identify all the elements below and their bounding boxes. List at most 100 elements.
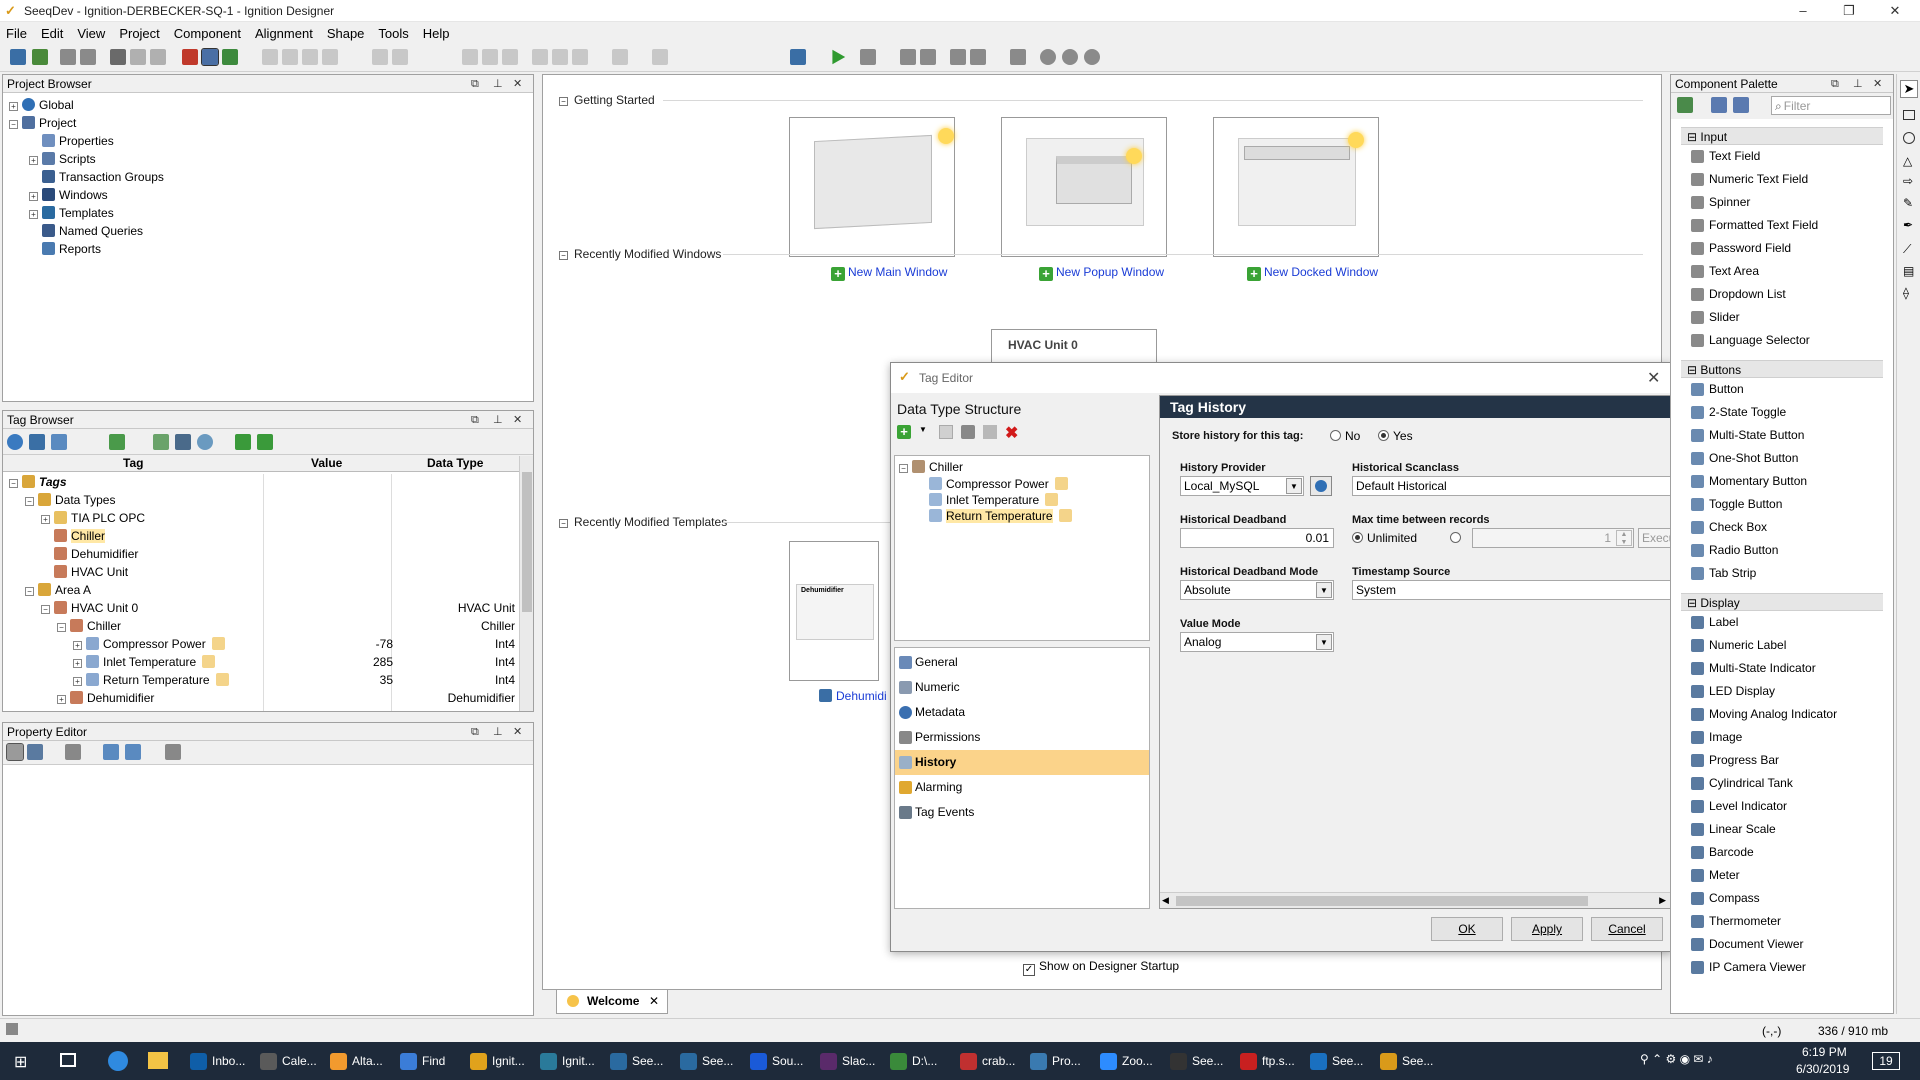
cancel-button[interactable]: Cancel <box>1591 917 1663 941</box>
store-history-no[interactable]: No <box>1330 429 1360 443</box>
rectangle-tool-icon[interactable] <box>1903 110 1915 120</box>
customize-icon[interactable] <box>125 744 141 760</box>
tag-row[interactable]: + Dehumidifier Dehumidifier <box>3 689 533 707</box>
new-docked-window-card[interactable] <box>1213 117 1379 257</box>
max-time-unit-select[interactable]: Execu <box>1638 528 1672 548</box>
palette-item[interactable]: IP Camera Viewer <box>1681 956 1883 979</box>
tag-row[interactable]: Chiller <box>3 527 533 545</box>
ungroup-icon[interactable] <box>282 49 298 65</box>
unlimited-radio[interactable]: Unlimited <box>1352 531 1417 545</box>
grid-icon[interactable] <box>950 49 966 65</box>
recent-windows-header[interactable]: − Recently Modified Windows <box>559 247 721 261</box>
tag-refresh-icon[interactable] <box>197 434 213 450</box>
align-left-icon[interactable] <box>462 49 478 65</box>
scanclass-field[interactable]: Default Historical <box>1352 476 1670 496</box>
palette-section-display[interactable]: ⊟ Display <box>1681 593 1883 611</box>
order-icon[interactable] <box>322 49 338 65</box>
tag-row[interactable]: + Return Temperature 35 Int4 <box>3 671 533 689</box>
palette-item[interactable]: Text Field <box>1681 145 1883 168</box>
panel-close-icon[interactable]: ✕ <box>513 723 522 741</box>
cut-icon[interactable] <box>110 49 126 65</box>
nav-history[interactable]: History <box>895 750 1149 775</box>
copy-icon[interactable] <box>130 49 146 65</box>
tag-add-icon[interactable] <box>109 434 125 450</box>
column-value[interactable]: Value <box>311 456 342 470</box>
new-popup-window-card[interactable] <box>1001 117 1167 257</box>
collapse-icon[interactable]: − <box>9 120 18 129</box>
panel-close-icon[interactable]: ✕ <box>513 411 522 429</box>
pencil-tool-icon[interactable]: ✎ <box>1903 196 1913 210</box>
palette-item[interactable]: Numeric Text Field <box>1681 168 1883 191</box>
zoom-fit-icon[interactable] <box>1084 49 1100 65</box>
scroll-right-icon[interactable]: ▶ <box>1659 895 1666 906</box>
palette-item[interactable]: Dropdown List <box>1681 283 1883 306</box>
paste-icon[interactable] <box>983 425 997 439</box>
polygon-tool-icon[interactable]: △ <box>1903 154 1912 168</box>
collapse-icon[interactable]: − <box>559 97 568 106</box>
ellipse-tool-icon[interactable] <box>1903 132 1915 144</box>
palette-item[interactable]: Meter <box>1681 864 1883 887</box>
column-data-type[interactable]: Data Type <box>427 456 483 470</box>
redo-icon[interactable] <box>80 49 96 65</box>
expand-icon[interactable]: + <box>29 192 38 201</box>
tree-node-templates[interactable]: + Templates <box>9 204 533 222</box>
new-main-window-link[interactable]: + New Main Window <box>831 265 947 281</box>
window-mode-icon[interactable] <box>790 49 806 65</box>
history-hscrollbar[interactable]: ◀ ▶ <box>1160 892 1670 908</box>
tag-provider-icon[interactable] <box>29 434 45 450</box>
collapse-icon[interactable]: − <box>899 464 908 473</box>
history-provider-select[interactable]: Local_MySQL ▼ <box>1180 476 1304 496</box>
distribute-icon[interactable] <box>612 49 628 65</box>
zoom-in-icon[interactable] <box>1040 49 1056 65</box>
structure-node-chiller[interactable]: − Chiller <box>899 458 1149 476</box>
taskbar-app[interactable]: Alta... <box>326 1042 396 1080</box>
palette-sort-icon[interactable] <box>1733 97 1749 113</box>
nav-metadata[interactable]: Metadata <box>895 700 1149 725</box>
show-startup-checkbox[interactable]: ✓ Show on Designer Startup <box>1023 959 1179 976</box>
minimize-button[interactable]: – <box>1780 0 1826 22</box>
edge-icon[interactable] <box>108 1051 128 1071</box>
save-icon[interactable] <box>10 49 26 65</box>
radio-on-icon[interactable] <box>1352 532 1363 543</box>
taskbar-app[interactable]: Sou... <box>746 1042 816 1080</box>
spinner-arrows-icon[interactable]: ▲ ▼ <box>1616 530 1632 546</box>
align-bottom-icon[interactable] <box>572 49 588 65</box>
align-top-icon[interactable] <box>532 49 548 65</box>
tag-folder-icon[interactable] <box>7 434 23 450</box>
cut-icon[interactable] <box>961 425 975 439</box>
expand-icon[interactable]: + <box>9 102 18 111</box>
palette-filter-input[interactable]: ⌕ Filter <box>1771 96 1891 115</box>
tag-row[interactable]: + Inlet Temperature 285 Int4 <box>3 653 533 671</box>
float-icon[interactable]: ⧉ <box>1831 75 1839 93</box>
tag-row[interactable]: − Tags <box>3 473 533 491</box>
value-mode-select[interactable]: Analog ▼ <box>1180 632 1334 652</box>
expand-icon[interactable]: + <box>73 659 82 668</box>
pointer-tool-icon[interactable]: ➤ <box>1900 80 1918 98</box>
tag-row[interactable]: HVAC Unit <box>3 563 533 581</box>
nav-permissions[interactable]: Permissions <box>895 725 1149 750</box>
taskbar-app[interactable]: Ignit... <box>466 1042 536 1080</box>
float-icon[interactable]: ⧉ <box>471 723 479 741</box>
expand-icon[interactable]: + <box>29 156 38 165</box>
scroll-left-icon[interactable]: ◀ <box>1162 895 1169 906</box>
tree-node-reports[interactable]: Reports <box>9 240 533 258</box>
new-popup-window-link[interactable]: + New Popup Window <box>1039 265 1164 281</box>
palette-item[interactable]: Toggle Button <box>1681 493 1883 516</box>
tree-node-project[interactable]: − Project <box>9 114 533 132</box>
chevron-down-icon[interactable]: ▼ <box>1316 582 1332 598</box>
taskbar-app[interactable]: ftp.s... <box>1236 1042 1306 1080</box>
recent-template-card[interactable]: Dehumidifier <box>789 541 879 681</box>
collapse-icon[interactable]: − <box>25 587 34 596</box>
palette-item[interactable]: Label <box>1681 611 1883 634</box>
palette-item[interactable]: Barcode <box>1681 841 1883 864</box>
expand-icon[interactable]: + <box>73 641 82 650</box>
palette-section-buttons[interactable]: ⊟ Buttons <box>1681 360 1883 378</box>
group-icon[interactable] <box>262 49 278 65</box>
tree-node-global[interactable]: + Global <box>9 96 533 114</box>
clock-date[interactable]: 6/30/2019 <box>1796 1062 1849 1076</box>
radio-off-icon[interactable] <box>1330 430 1341 441</box>
taskbar-app[interactable]: D:\... <box>886 1042 956 1080</box>
timestamp-select[interactable]: System <box>1352 580 1670 600</box>
comm-read-icon[interactable] <box>182 49 198 65</box>
dropdown-arrow-icon[interactable]: ▼ <box>919 425 927 434</box>
